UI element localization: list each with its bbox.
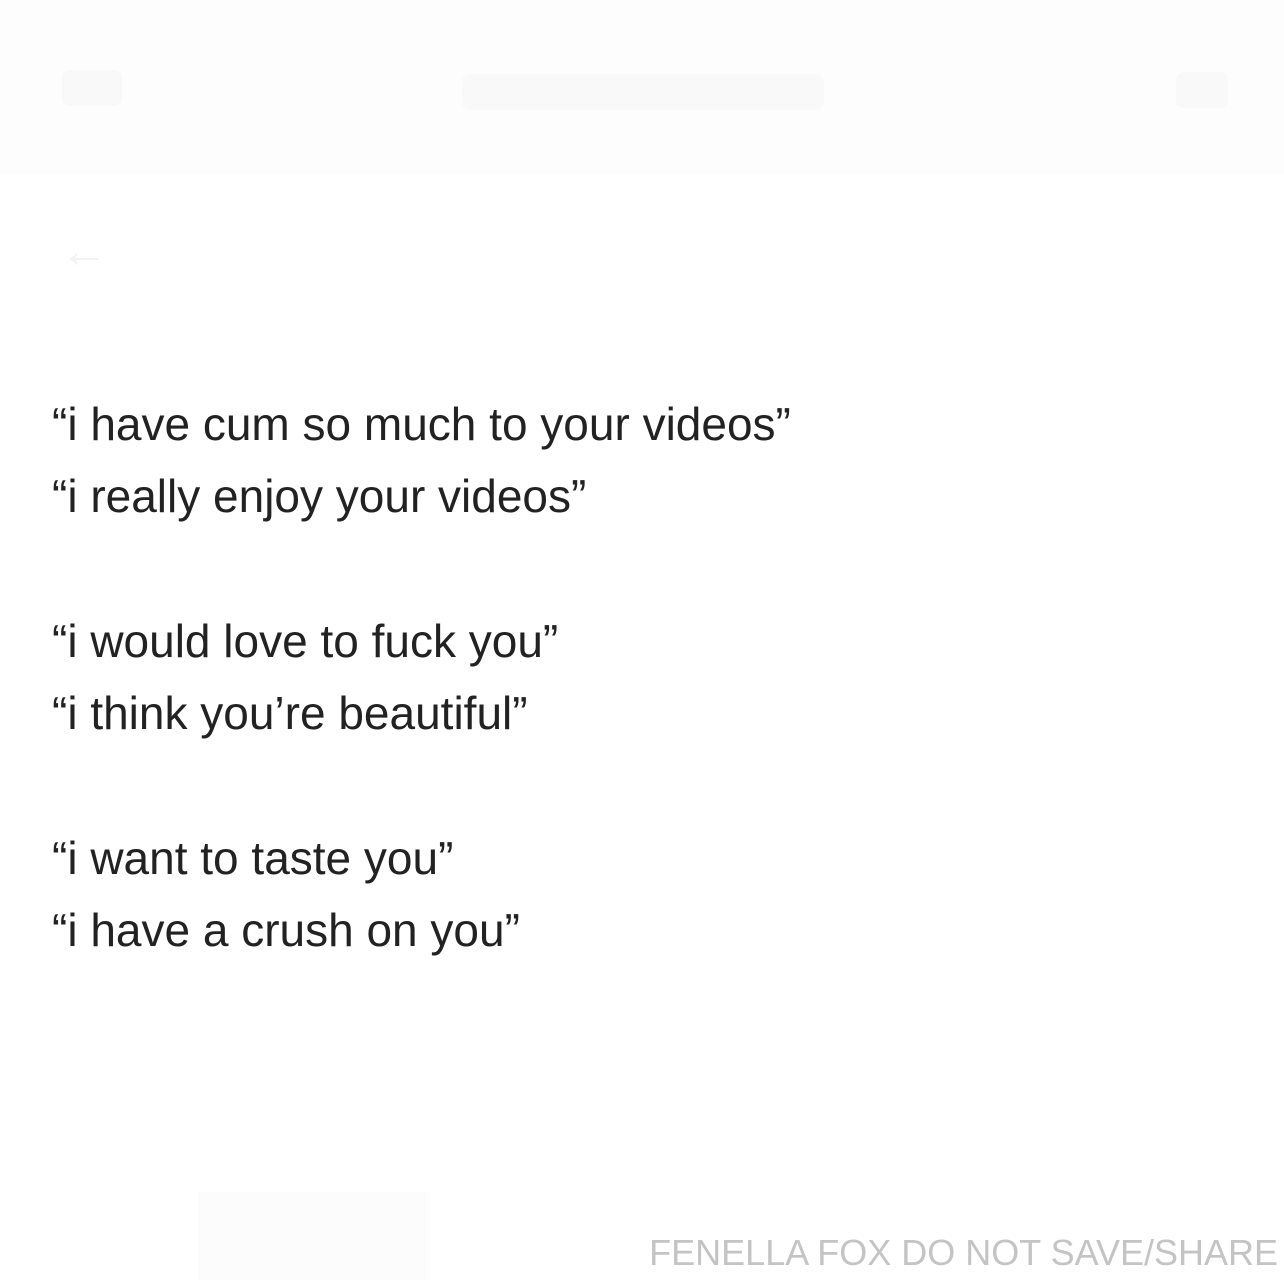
message-line: “i want to taste you” — [52, 832, 454, 884]
message-line: “i really enjoy your videos” — [52, 470, 587, 522]
message-line: “i would love to fuck you” — [52, 615, 559, 667]
message-line: “i have cum so much to your videos” — [52, 398, 791, 450]
message-line: “i think you’re beautiful” — [52, 687, 528, 739]
faded-title — [462, 74, 824, 110]
faded-icon — [62, 70, 122, 106]
faded-top-bar — [0, 0, 1284, 175]
faded-icon — [1176, 72, 1228, 108]
watermark: FENELLA FOX DO NOT SAVE/SHARE — [649, 1232, 1278, 1273]
faded-sub-header: ← — [0, 200, 1284, 300]
message-list: “i have cum so much to your videos” “i r… — [52, 388, 1232, 966]
message-line: “i have a crush on you” — [52, 904, 520, 956]
back-arrow-icon: ← — [60, 225, 108, 278]
faded-footer-block — [198, 1192, 430, 1280]
